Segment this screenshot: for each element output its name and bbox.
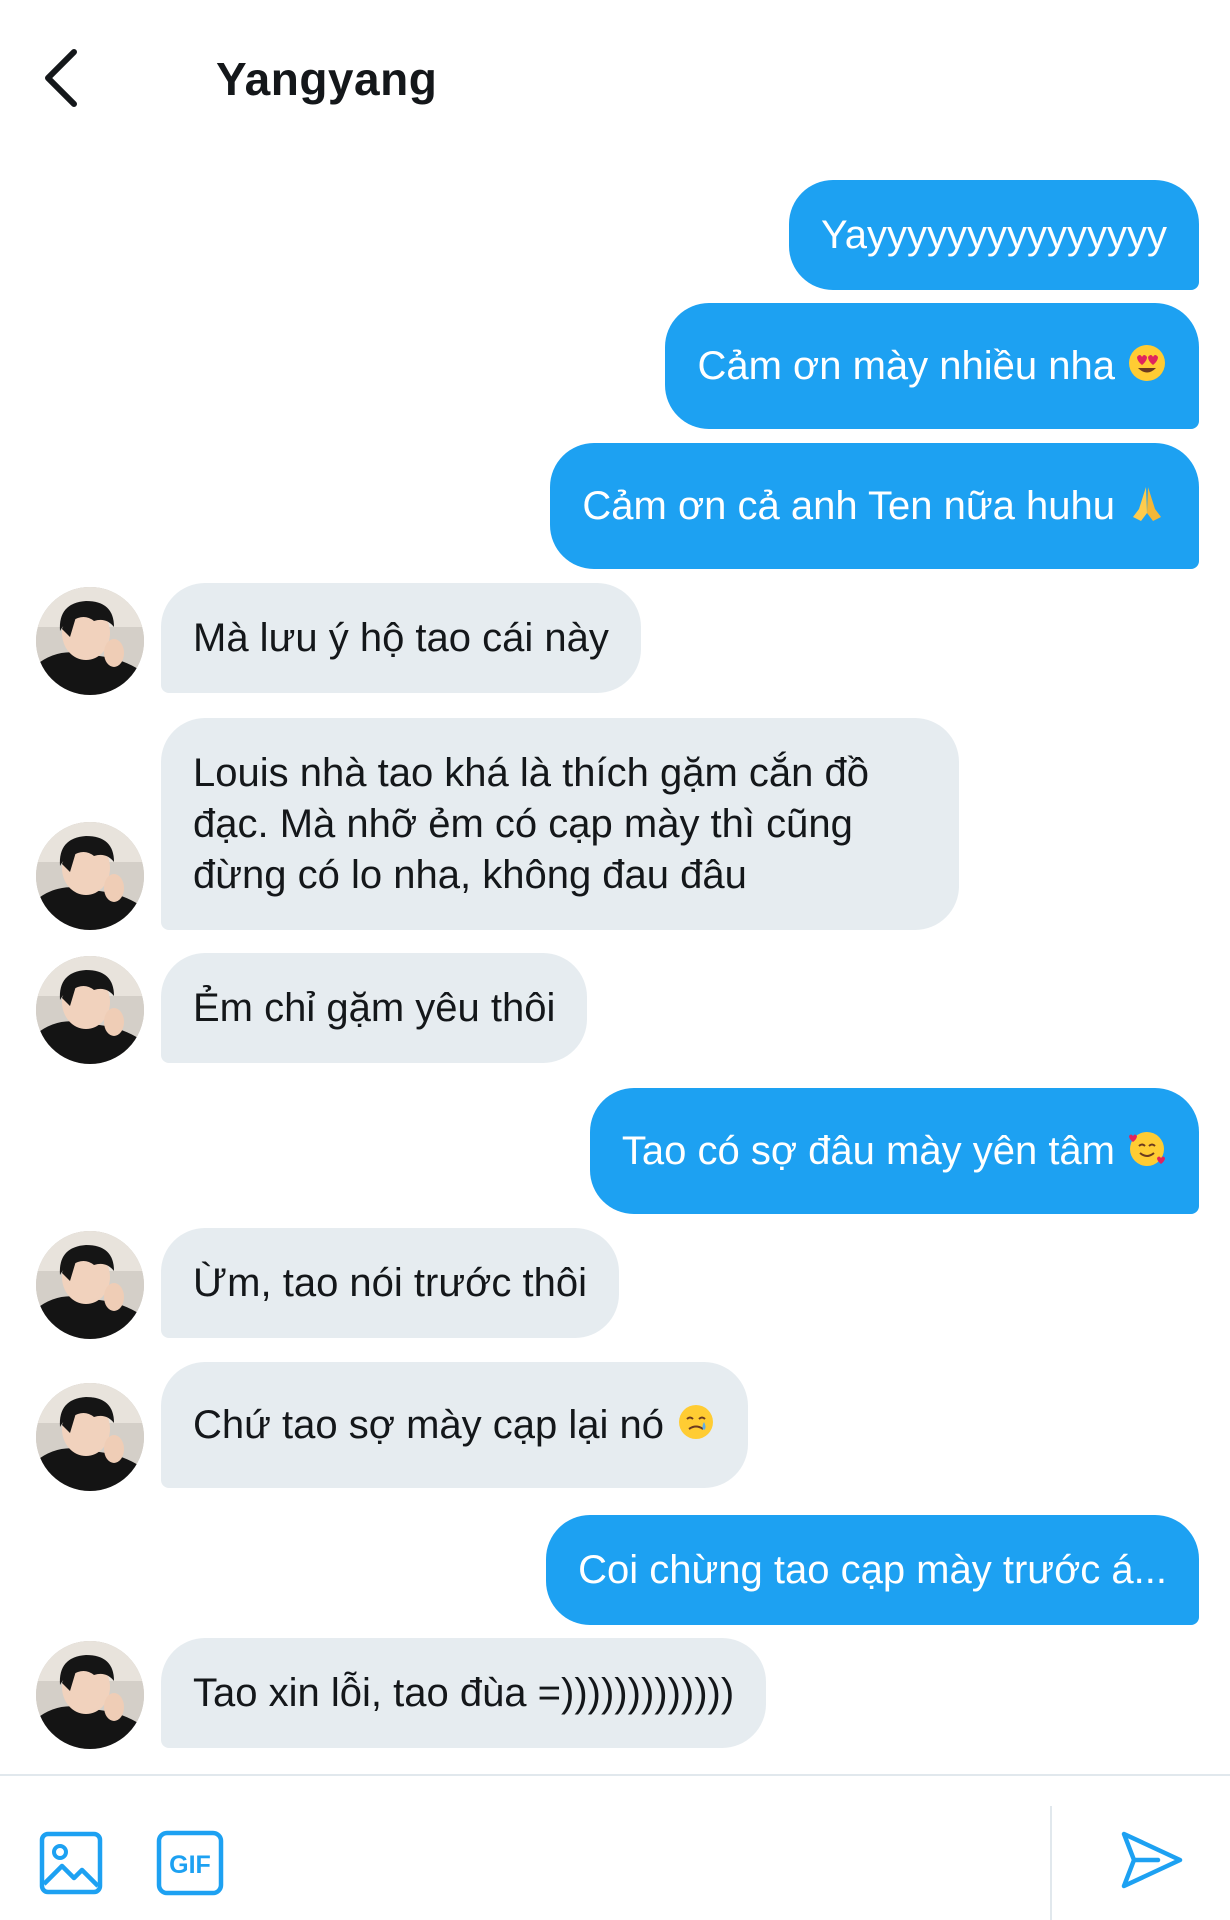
message-composer: GIF	[0, 1774, 1230, 1920]
message-bubble-outgoing[interactable]: Cảm ơn cả anh Ten nữa huhu	[550, 443, 1199, 569]
image-icon	[39, 1831, 103, 1895]
message-text: Cảm ơn mày nhiều nha	[697, 343, 1115, 388]
message-text: Coi chừng tao cạp mày trước á...	[578, 1547, 1167, 1592]
add-gif-button[interactable]: GIF	[156, 1830, 224, 1896]
gif-label: GIF	[169, 1851, 211, 1879]
message-bubble-incoming[interactable]: Chứ tao sợ mày cạp lại nó	[161, 1362, 748, 1488]
message-text: Ẻm chỉ gặm yêu thôi	[193, 985, 556, 1030]
smiling-hearts-emoji-icon	[1129, 1132, 1165, 1166]
conversation-header: Yangyang	[0, 0, 1230, 160]
avatar[interactable]	[36, 822, 144, 930]
message-text: Ừm, tao nói trước thôi	[193, 1260, 587, 1305]
message-bubble-incoming[interactable]: Tao xin lỗi, tao đùa =)))))))))))))	[161, 1638, 767, 1748]
message-text: Cảm ơn cả anh Ten nữa huhu	[582, 483, 1115, 528]
send-icon	[1121, 1831, 1183, 1889]
send-button[interactable]	[1118, 1826, 1186, 1894]
user-avatar-image	[36, 1383, 144, 1491]
composer-divider	[1050, 1806, 1052, 1920]
message-bubble-incoming[interactable]: Ẻm chỉ gặm yêu thôi	[161, 953, 588, 1063]
message-text: Yayyyyyyyyyyyyyyy	[821, 212, 1167, 257]
message-bubble-incoming[interactable]: Louis nhà tao khá là thích gặm cắn đồ đạ…	[161, 718, 959, 930]
message-text: Louis nhà tao khá là thích gặm cắn đồ đạ…	[193, 750, 870, 897]
avatar[interactable]	[36, 587, 144, 695]
message-bubble-outgoing[interactable]: Tao có sợ đâu mày yên tâm	[589, 1088, 1199, 1214]
user-avatar-image	[36, 1641, 144, 1749]
message-text: Mà lưu ý hộ tao cái này	[193, 615, 609, 660]
message-text: Tao có sợ đâu mày yên tâm	[621, 1128, 1115, 1173]
message-bubble-incoming[interactable]: Ừm, tao nói trước thôi	[161, 1228, 619, 1338]
message-bubble-outgoing[interactable]: Yayyyyyyyyyyyyyyy	[789, 180, 1199, 290]
avatar[interactable]	[36, 956, 144, 1064]
add-image-button[interactable]	[38, 1830, 104, 1896]
folded-hands-emoji-icon	[1133, 487, 1161, 521]
back-button[interactable]	[38, 42, 98, 122]
heart-eyes-emoji-icon	[1129, 345, 1165, 381]
avatar[interactable]	[36, 1231, 144, 1339]
chevron-left-icon	[45, 49, 77, 107]
message-bubble-incoming[interactable]: Mà lưu ý hộ tao cái này	[161, 583, 641, 693]
message-bubble-outgoing[interactable]: Cảm ơn mày nhiều nha	[665, 303, 1199, 429]
smiling-tear-emoji-icon	[679, 1405, 713, 1439]
message-text: Tao xin lỗi, tao đùa =)))))))))))))	[193, 1670, 735, 1715]
message-bubble-outgoing[interactable]: Coi chừng tao cạp mày trước á...	[546, 1515, 1199, 1625]
user-avatar-image	[36, 956, 144, 1064]
message-text: Chứ tao sợ mày cạp lại nó	[193, 1402, 664, 1447]
user-avatar-image	[36, 1231, 144, 1339]
user-avatar-image	[36, 587, 144, 695]
conversation-title[interactable]: Yangyang	[216, 52, 437, 106]
user-avatar-image	[36, 822, 144, 930]
avatar[interactable]	[36, 1383, 144, 1491]
avatar[interactable]	[36, 1641, 144, 1749]
gif-icon: GIF	[156, 1830, 224, 1896]
